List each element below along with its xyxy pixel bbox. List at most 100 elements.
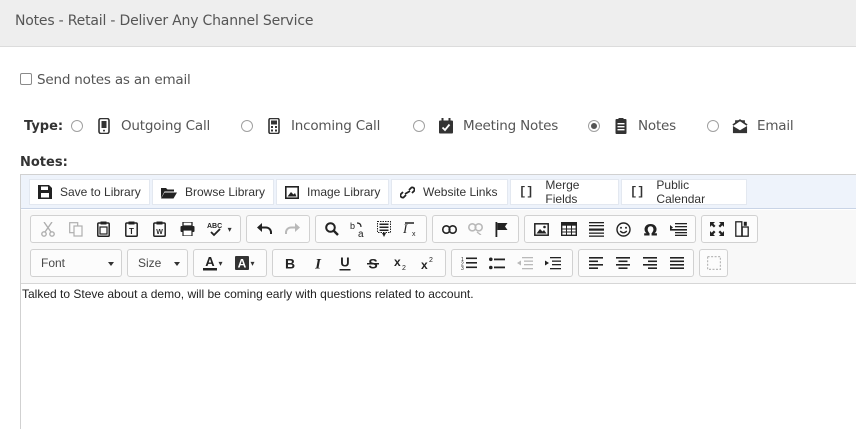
alignment-group: [578, 249, 694, 277]
replace-icon[interactable]: ba: [345, 218, 371, 240]
browse-library-button[interactable]: Browse Library: [152, 179, 274, 205]
justify-icon[interactable]: [663, 252, 690, 274]
svg-text:2: 2: [429, 257, 433, 264]
insert-image-icon[interactable]: [528, 218, 555, 240]
radio-meeting-notes[interactable]: [413, 120, 425, 132]
editor-content[interactable]: Talked to Steve about a demo, will be co…: [22, 287, 474, 301]
view-group: [701, 215, 758, 243]
select-all-icon[interactable]: [371, 218, 397, 240]
maximize-icon[interactable]: [705, 218, 730, 240]
align-right-icon[interactable]: [636, 252, 663, 274]
find-icon[interactable]: [319, 218, 345, 240]
mobile-phone-icon: [96, 118, 112, 134]
div-group: [699, 249, 728, 277]
italic-icon[interactable]: I: [304, 252, 332, 274]
print-icon[interactable]: [173, 218, 201, 240]
type-option-email[interactable]: Email: [707, 116, 794, 136]
type-option-label: Notes: [638, 118, 676, 134]
svg-text:I: I: [314, 257, 322, 271]
align-center-icon[interactable]: [609, 252, 636, 274]
strikethrough-icon[interactable]: S: [359, 252, 387, 274]
paste-icon[interactable]: [90, 218, 118, 240]
spellcheck-icon[interactable]: ABC ▾: [201, 218, 237, 240]
list-group: 123: [451, 249, 573, 277]
website-links-label: Website Links: [423, 185, 498, 199]
type-selector: Type: Outgoing Call Incoming Call Meetin…: [24, 116, 856, 136]
font-select[interactable]: Font: [30, 249, 122, 277]
text-color-icon[interactable]: A ▾: [197, 252, 229, 274]
size-select[interactable]: Size: [127, 249, 188, 277]
remove-format-icon[interactable]: Ix: [397, 218, 423, 240]
public-calendar-label: Public Calendar: [656, 178, 706, 206]
show-blocks-icon[interactable]: [730, 218, 755, 240]
image-library-button[interactable]: Image Library: [276, 179, 389, 205]
save-to-library-button[interactable]: Save to Library: [29, 179, 150, 205]
radio-notes[interactable]: [588, 120, 600, 132]
notes-editor: Save to Library Browse Library Image Lib…: [20, 174, 856, 429]
type-option-meeting-notes[interactable]: Meeting Notes: [413, 116, 558, 136]
svg-text:I: I: [403, 222, 408, 236]
svg-text:3: 3: [461, 266, 464, 270]
svg-text:A: A: [206, 255, 216, 269]
radio-incoming-call[interactable]: [241, 120, 253, 132]
paste-text-icon[interactable]: T: [118, 218, 146, 240]
merge-fields-button[interactable]: [] Merge Fields: [510, 178, 619, 206]
clipboard-group: T W ABC ▾: [30, 215, 241, 243]
send-email-checkbox[interactable]: [20, 73, 32, 85]
radio-email[interactable]: [707, 120, 719, 132]
public-calendar-button[interactable]: [] Public Calendar: [621, 178, 747, 206]
svg-text:Ω: Ω: [644, 222, 658, 237]
redo-icon[interactable]: [278, 218, 306, 240]
editor-toolbar: T W ABC ▾ ba I x Ω Font Size A ▾ A ▾ B I…: [21, 210, 856, 284]
increase-indent-icon[interactable]: [539, 252, 567, 274]
send-email-label: Send notes as an email: [37, 72, 191, 88]
insert-link-icon[interactable]: [436, 218, 462, 240]
smiley-icon[interactable]: [610, 218, 637, 240]
superscript-icon[interactable]: x2: [414, 252, 442, 274]
svg-text:W: W: [156, 229, 163, 236]
decrease-indent-icon[interactable]: [511, 252, 539, 274]
chevron-down-icon: [108, 262, 114, 266]
insert-table-icon[interactable]: [555, 218, 582, 240]
special-character-icon[interactable]: Ω: [637, 218, 664, 240]
undo-redo-group: [246, 215, 310, 243]
svg-text:A: A: [238, 257, 247, 271]
website-links-button[interactable]: Website Links: [391, 179, 508, 205]
subscript-icon[interactable]: x2: [387, 252, 415, 274]
type-option-notes[interactable]: Notes: [588, 116, 676, 136]
type-option-incoming-call[interactable]: Incoming Call: [241, 116, 380, 136]
svg-text:T: T: [129, 227, 134, 236]
align-left-icon[interactable]: [582, 252, 609, 274]
font-select-label: Font: [41, 256, 66, 270]
underline-icon[interactable]: U: [331, 252, 359, 274]
text-style-group: B I U S x2 x2: [272, 249, 446, 277]
cut-icon[interactable]: [34, 218, 62, 240]
type-option-label: Meeting Notes: [463, 118, 559, 134]
type-option-outgoing-call[interactable]: Outgoing Call: [71, 116, 210, 136]
svg-text:b: b: [350, 221, 355, 231]
type-label: Type:: [24, 119, 64, 134]
paste-word-icon[interactable]: W: [145, 218, 173, 240]
unlink-icon[interactable]: [462, 218, 488, 240]
bold-icon[interactable]: B: [276, 252, 304, 274]
numbered-list-icon[interactable]: 123: [455, 252, 483, 274]
page-break-icon[interactable]: [665, 218, 692, 240]
svg-text:2: 2: [402, 265, 406, 270]
link-group: [432, 215, 519, 243]
image-library-label: Image Library: [307, 185, 381, 199]
create-div-icon[interactable]: [702, 252, 726, 274]
background-color-icon[interactable]: A ▾: [229, 252, 261, 274]
send-email-option[interactable]: Send notes as an email: [20, 71, 191, 89]
calendar-check-icon: [438, 118, 454, 134]
horizontal-line-icon[interactable]: [583, 218, 610, 240]
bulleted-list-icon[interactable]: [483, 252, 511, 274]
desk-phone-icon: [266, 118, 282, 134]
copy-icon[interactable]: [62, 218, 90, 240]
library-toolbar: Save to Library Browse Library Image Lib…: [21, 175, 856, 209]
undo-icon[interactable]: [250, 218, 278, 240]
dialog-header: Notes - Retail - Deliver Any Channel Ser…: [0, 0, 856, 47]
radio-outgoing-call[interactable]: [71, 120, 83, 132]
anchor-flag-icon[interactable]: [489, 218, 515, 240]
svg-text:x: x: [412, 231, 416, 237]
dialog-title: Notes - Retail - Deliver Any Channel Ser…: [15, 13, 314, 29]
